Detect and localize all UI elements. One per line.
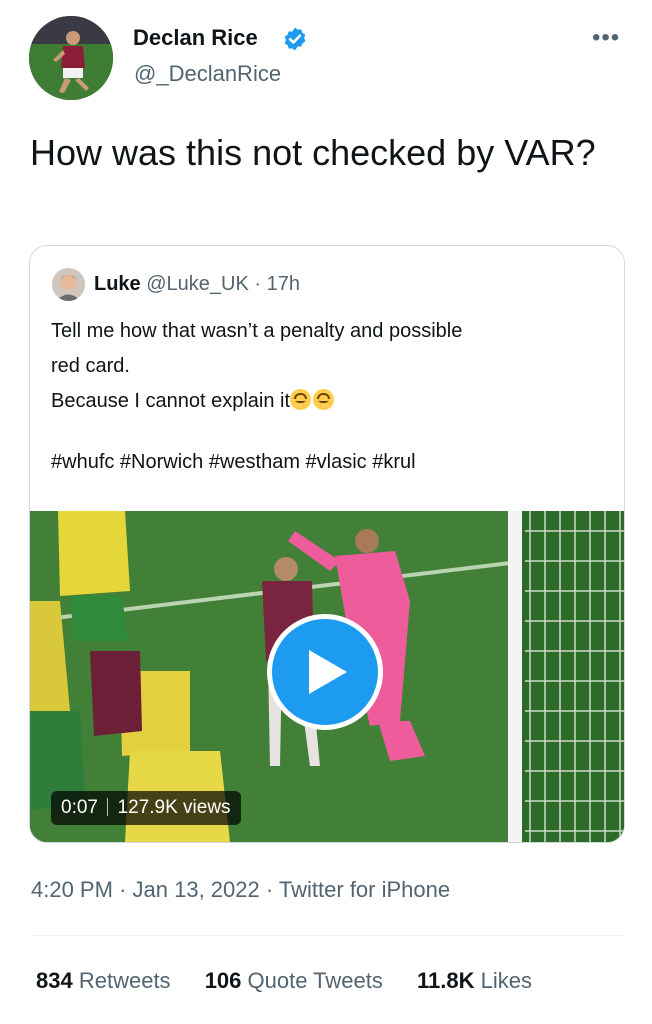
quote-author-handle[interactable]: @Luke_UK <box>146 273 249 295</box>
divider <box>30 935 626 936</box>
upside-down-face-emoji-icon <box>290 389 312 410</box>
tweet-timestamp: 4:20 PM · Jan 13, 2022 · Twitter for iPh… <box>31 877 450 903</box>
engagement-stats: 834 Retweets 106 Quote Tweets 11.8K Like… <box>36 968 532 994</box>
video-views: 127.9K views <box>117 797 231 818</box>
play-button[interactable] <box>267 614 383 730</box>
quote-time[interactable]: 17h <box>267 273 300 295</box>
quote-header: Luke @Luke_UK · 17h <box>94 273 300 296</box>
upside-down-face-emoji-icon <box>313 389 335 410</box>
avatar-photo <box>29 16 113 100</box>
quote-line: Tell me how that wasn’t a penalty and po… <box>51 320 463 342</box>
meta-separator: · <box>119 877 127 902</box>
play-icon <box>309 650 347 694</box>
quote-tweets-count: 106 <box>204 968 242 993</box>
quote-hashtags[interactable]: #whufc #Norwich #westham #vlasic #krul <box>51 451 416 474</box>
quoted-tweet[interactable]: Luke @Luke_UK · 17h Tell me how that was… <box>29 245 625 843</box>
video-meta-badge: 0:07 127.9K views <box>51 791 241 825</box>
tweet-time[interactable]: 4:20 PM <box>31 877 113 902</box>
more-options-icon[interactable]: ••• <box>592 24 620 52</box>
quote-line: Because I cannot explain it <box>51 384 611 419</box>
tweet-date[interactable]: Jan 13, 2022 <box>133 877 260 902</box>
likes-stat[interactable]: 11.8K Likes <box>417 968 532 994</box>
quote-tweets-stat[interactable]: 106 Quote Tweets <box>205 968 383 994</box>
verified-badge-icon <box>284 27 306 51</box>
tweet-text: How was this not checked by VAR? <box>30 132 596 173</box>
quote-author-avatar[interactable] <box>52 268 85 301</box>
author-name[interactable]: Declan Rice <box>133 25 258 51</box>
quote-tweets-label: Quote Tweets <box>247 968 383 993</box>
tweet-source[interactable]: Twitter for iPhone <box>279 877 450 902</box>
quote-line: red card. <box>51 355 130 377</box>
video-duration: 0:07 <box>61 797 98 818</box>
retweets-count: 834 <box>36 968 73 993</box>
author-avatar[interactable] <box>29 16 113 100</box>
quote-separator: · <box>254 273 262 295</box>
badge-divider <box>107 798 109 816</box>
quote-author-name[interactable]: Luke <box>94 273 141 295</box>
retweets-stat[interactable]: 834 Retweets <box>36 968 171 994</box>
likes-label: Likes <box>480 968 532 993</box>
retweets-label: Retweets <box>78 968 171 993</box>
quote-avatar-photo <box>52 268 85 301</box>
video-player[interactable]: 0:07 127.9K views <box>30 511 624 842</box>
quote-line-text: Because I cannot explain it <box>51 390 291 412</box>
author-handle[interactable]: @_DeclanRice <box>134 61 281 87</box>
quote-text: Tell me how that wasn’t a penalty and po… <box>51 314 611 419</box>
meta-separator: · <box>265 877 274 902</box>
likes-count: 11.8K <box>417 968 475 993</box>
